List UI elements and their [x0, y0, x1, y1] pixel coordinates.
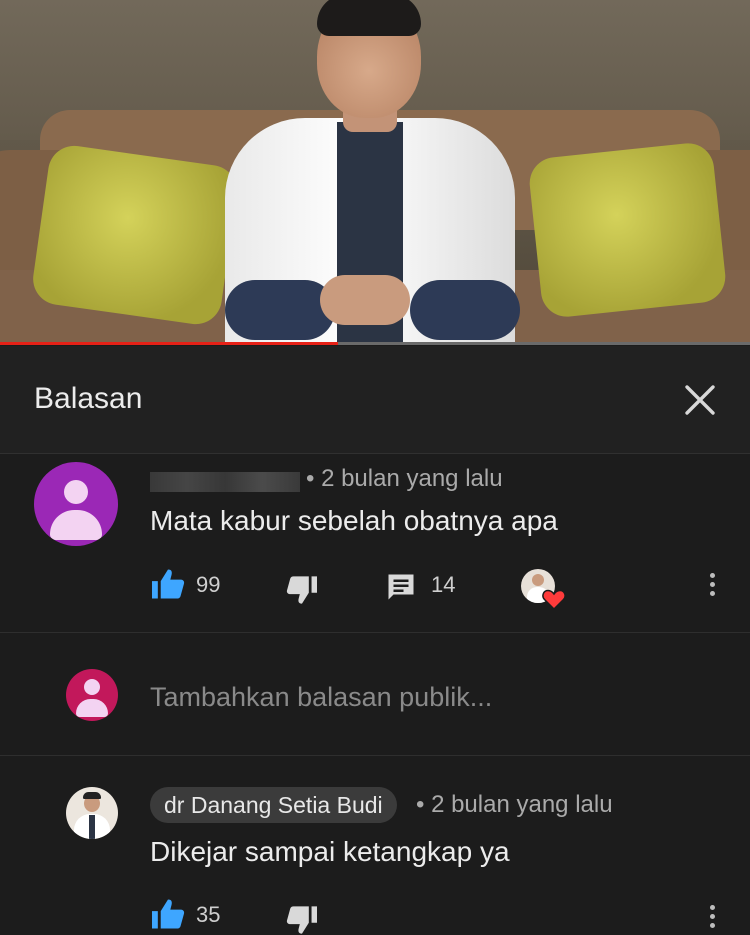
- comment-time: • 2 bulan yang lalu: [306, 465, 503, 492]
- presenter-sleeve-right: [410, 280, 520, 340]
- more-options-icon[interactable]: [709, 573, 717, 600]
- reply-icon[interactable]: [386, 572, 416, 602]
- author-hair: [83, 792, 101, 799]
- comment-avatar[interactable]: [34, 462, 118, 546]
- user-avatar: [66, 669, 118, 721]
- video-player[interactable]: [0, 0, 750, 345]
- author-shirt: [89, 815, 95, 839]
- presenter-sleeve-left: [225, 280, 335, 340]
- reply-more-options-icon[interactable]: [709, 905, 717, 932]
- like-icon[interactable]: [150, 898, 186, 930]
- reply-text: Dikejar sampai ketangkap ya: [150, 836, 510, 867]
- dot: [710, 591, 715, 596]
- avatar-head: [64, 480, 88, 504]
- dot: [710, 582, 715, 587]
- close-icon[interactable]: [680, 380, 720, 420]
- video-presenter: [225, 0, 520, 345]
- dot: [710, 573, 715, 578]
- reply-like-count: 35: [196, 902, 221, 927]
- dislike-icon[interactable]: [285, 905, 319, 935]
- presenter-hair: [317, 0, 421, 36]
- comment-text: Mata kabur sebelah obatnya apa: [150, 505, 558, 536]
- reply-input[interactable]: Tambahkan balasan publik...: [150, 682, 492, 713]
- replies-header: Balasan: [0, 346, 750, 454]
- panel-title: Balasan: [34, 382, 143, 415]
- avatar-head: [84, 679, 100, 695]
- like-icon[interactable]: [150, 568, 186, 600]
- video-pillow-left: [29, 142, 241, 328]
- dislike-icon[interactable]: [285, 575, 319, 605]
- dot: [710, 914, 715, 919]
- avatar-body: [50, 510, 102, 540]
- presenter-hands: [320, 275, 410, 325]
- video-progress-fill: [0, 342, 338, 345]
- video-pillow-right: [527, 140, 728, 320]
- reply-time: • 2 bulan yang lalu: [416, 791, 613, 818]
- reply-author-name[interactable]: dr Danang Setia Budi: [150, 787, 397, 823]
- reply-author-avatar[interactable]: [66, 787, 118, 839]
- like-count: 99: [196, 572, 221, 597]
- reply-count: 14: [431, 572, 456, 597]
- creator-face: [532, 574, 544, 586]
- heart-icon: [542, 589, 566, 610]
- dot: [710, 923, 715, 928]
- dot: [710, 905, 715, 910]
- avatar-body: [76, 699, 108, 717]
- blurred-username[interactable]: [150, 472, 300, 492]
- video-progress-bar[interactable]: [0, 342, 750, 345]
